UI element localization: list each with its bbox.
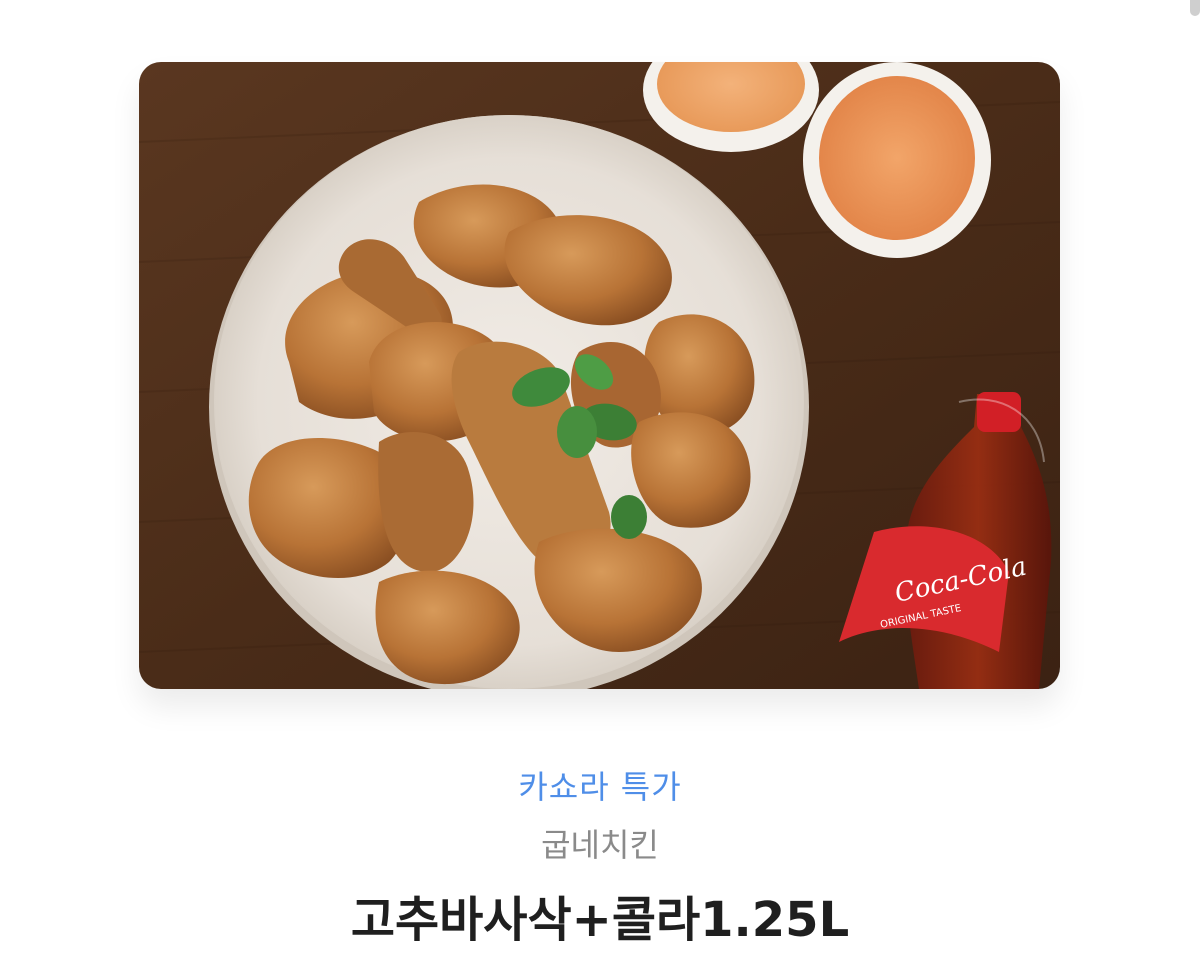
promo-label: 카쇼라 특가 [518,768,682,806]
brand-name[interactable]: 굽네치킨 [0,820,1200,866]
product-title: 고추바사삭+콜라1.25L [350,892,850,948]
product-detail-page: Coca-Cola ORIGINAL TASTE 카쇼라 특가 굽네치킨 고추바… [0,0,1200,962]
food-photo-illustration: Coca-Cola ORIGINAL TASTE [139,62,1060,689]
product-image[interactable]: Coca-Cola ORIGINAL TASTE [139,62,1060,689]
scrollbar-thumb[interactable] [1190,0,1200,16]
